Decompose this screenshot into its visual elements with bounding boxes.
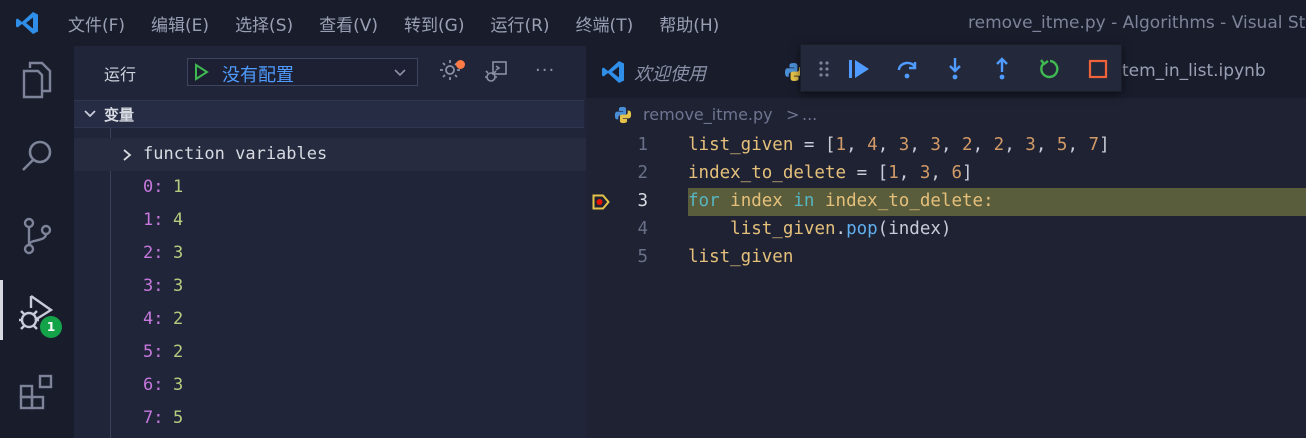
- variables-section-title: 变量: [104, 106, 135, 124]
- line-number: 5: [637, 247, 648, 267]
- code-line[interactable]: 4 list_given.pop(index): [586, 216, 1306, 244]
- window-title: remove_itme.py - Algorithms - Visual Stu…: [968, 13, 1306, 33]
- debug-count-badge: 1: [40, 316, 62, 338]
- run-toolbar: 运行 没有配置 ···: [74, 46, 586, 100]
- breadcrumb-symbols[interactable]: ...: [802, 105, 817, 124]
- tree-item[interactable]: 2: 3: [74, 237, 586, 270]
- line-number: 1: [637, 135, 648, 155]
- variable-value: 2: [173, 342, 184, 362]
- variable-key: 5:: [143, 342, 164, 362]
- chevron-down-icon: [82, 106, 98, 126]
- chevron-down-icon: [393, 65, 407, 83]
- variable-key: 4:: [143, 309, 164, 329]
- menu-edit[interactable]: 编辑(E): [141, 11, 209, 36]
- code-text: for index in index_to_delete:: [688, 191, 994, 211]
- more-actions-icon[interactable]: ···: [535, 60, 555, 81]
- code-text: list_given: [688, 247, 794, 267]
- line-number: 3: [637, 191, 648, 211]
- tab-welcome[interactable]: 欢迎使用: [586, 46, 774, 98]
- python-icon: [614, 106, 632, 128]
- debug-toolbar: [800, 44, 1122, 92]
- menu-terminal[interactable]: 终端(T): [566, 11, 634, 36]
- tab-label: tem_in_list.ipynb: [1122, 61, 1266, 81]
- variable-value: 1: [173, 177, 184, 197]
- variables-tree: function variables 0: 1 1: 4 2: 3 3: 3 4…: [74, 128, 586, 438]
- settings-dirty-indicator: [456, 60, 465, 69]
- start-debug-icon[interactable]: [192, 63, 210, 85]
- explorer-icon[interactable]: [0, 50, 74, 110]
- debug-config-value: 没有配置: [222, 65, 294, 86]
- editor-area: 欢迎使用 tem_in_list.ipynb remove_itme.py > …: [586, 46, 1306, 438]
- menu-view[interactable]: 查看(V): [309, 11, 378, 36]
- breadcrumb-file[interactable]: remove_itme.py: [643, 105, 773, 124]
- continue-icon[interactable]: [846, 56, 872, 82]
- code-line[interactable]: 1 list_given = [1, 4, 3, 3, 2, 2, 3, 5, …: [586, 132, 1306, 160]
- tab-label: 欢迎使用: [634, 64, 706, 85]
- variable-value: 3: [173, 375, 184, 395]
- menu-selection[interactable]: 选择(S): [225, 11, 293, 36]
- drag-handle-icon[interactable]: [811, 56, 837, 82]
- run-debug-sidebar: 运行 没有配置 ··· 变量 function variables 0: 1 1…: [74, 46, 586, 438]
- variable-value: 2: [173, 309, 184, 329]
- variable-key: 3:: [143, 276, 164, 296]
- vscode-logo-icon: [0, 0, 54, 46]
- tree-item[interactable]: 3: 3: [74, 270, 586, 303]
- variable-value: 5: [173, 408, 184, 428]
- debug-console-icon[interactable]: [484, 60, 508, 88]
- code-text: list_given = [1, 4, 3, 3, 2, 2, 3, 5, 7]: [688, 135, 1110, 155]
- variable-value: 3: [173, 243, 184, 263]
- variable-value: 4: [173, 210, 184, 230]
- variable-key: 2:: [143, 243, 164, 263]
- title-bar: 文件(F) 编辑(E) 选择(S) 查看(V) 转到(G) 运行(R) 终端(T…: [0, 0, 1306, 46]
- line-number: 4: [637, 219, 648, 239]
- menu-run[interactable]: 运行(R): [480, 11, 549, 36]
- tree-item[interactable]: 6: 3: [74, 369, 586, 402]
- breadcrumb-separator: >: [786, 105, 800, 124]
- step-over-icon[interactable]: [894, 56, 920, 82]
- source-control-icon[interactable]: [0, 206, 74, 266]
- line-number: 2: [637, 163, 648, 183]
- code-line[interactable]: 2 index_to_delete = [1, 3, 6]: [586, 160, 1306, 188]
- code-text: index_to_delete = [1, 3, 6]: [688, 163, 973, 183]
- breadcrumb: remove_itme.py > ...: [586, 98, 1306, 132]
- stop-icon[interactable]: [1085, 56, 1111, 82]
- activity-bar: 1: [0, 46, 74, 438]
- restart-icon[interactable]: [1037, 56, 1063, 82]
- tree-item[interactable]: 0: 1: [74, 171, 586, 204]
- tree-item[interactable]: 4: 2: [74, 303, 586, 336]
- variable-key: 0:: [143, 177, 164, 197]
- menu-bar: 文件(F) 编辑(E) 选择(S) 查看(V) 转到(G) 运行(R) 终端(T…: [54, 0, 743, 46]
- variable-value: 3: [173, 276, 184, 296]
- debug-config-select[interactable]: 没有配置: [187, 58, 418, 86]
- tree-item[interactable]: 1: 4: [74, 204, 586, 237]
- tree-group-function-variables[interactable]: function variables: [74, 138, 586, 171]
- vscode-logo-icon: [600, 59, 626, 89]
- tree-item[interactable]: 7: 5: [74, 402, 586, 435]
- code-editor[interactable]: 1 list_given = [1, 4, 3, 3, 2, 2, 3, 5, …: [586, 132, 1306, 438]
- run-panel-title: 运行: [104, 65, 137, 84]
- step-out-icon[interactable]: [989, 56, 1015, 82]
- menu-go[interactable]: 转到(G): [394, 11, 464, 36]
- run-debug-icon[interactable]: [0, 282, 74, 342]
- chevron-right-icon: [120, 147, 134, 167]
- search-icon[interactable]: [0, 126, 74, 186]
- variable-key: 7:: [143, 408, 164, 428]
- variable-key: 6:: [143, 375, 164, 395]
- menu-help[interactable]: 帮助(H): [649, 11, 719, 36]
- variables-section-header[interactable]: 变量: [74, 100, 584, 128]
- code-line-current[interactable]: 3 for index in index_to_delete:: [586, 188, 1306, 216]
- extensions-icon[interactable]: [0, 362, 74, 422]
- tree-group-label: function variables: [143, 144, 328, 164]
- variable-key: 1:: [143, 210, 164, 230]
- step-into-icon[interactable]: [942, 56, 968, 82]
- menu-file[interactable]: 文件(F): [58, 11, 125, 36]
- code-line[interactable]: 5 list_given: [586, 244, 1306, 272]
- tree-item[interactable]: 5: 2: [74, 336, 586, 369]
- code-text: list_given.pop(index): [730, 219, 952, 239]
